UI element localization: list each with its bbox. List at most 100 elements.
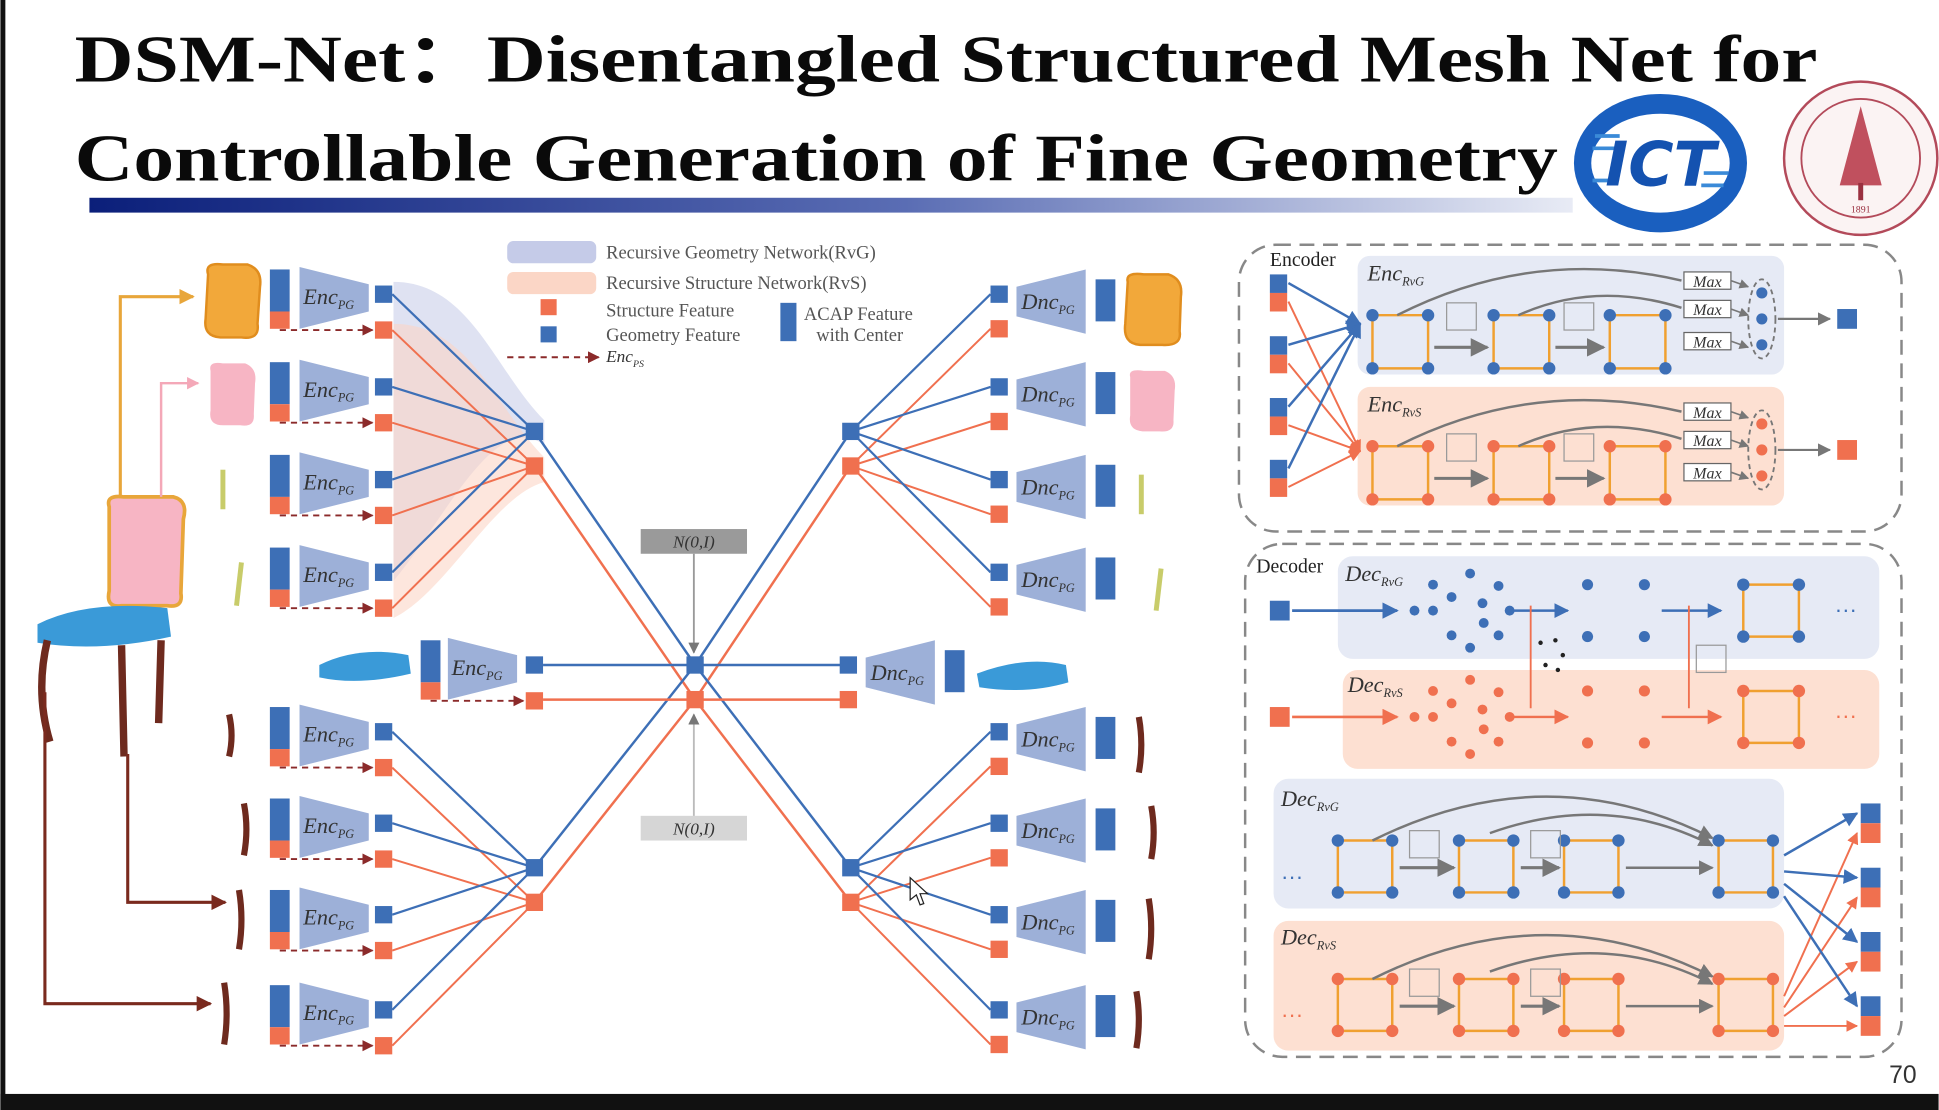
- part-back-cushion: [210, 362, 256, 426]
- structure-feature-node: [374, 414, 393, 432]
- enc-pg-label-sub: PG: [485, 669, 502, 683]
- node-dot: [1638, 685, 1650, 697]
- point-cloud-dot: [1478, 724, 1489, 735]
- graph-node: [1603, 493, 1616, 506]
- dec-rvs-label-2-sub: RvS: [1316, 938, 1336, 952]
- enc-rvg-label-sub: RvG: [1401, 275, 1424, 289]
- point-cloud-dot: [1428, 711, 1438, 722]
- point-cloud-dot: [1465, 749, 1476, 759]
- graph-node: [1421, 309, 1435, 322]
- output-geometry-feature: [1860, 932, 1881, 952]
- graph-node: [1766, 1024, 1780, 1038]
- structure-feature-node: [374, 506, 393, 525]
- encoder-title: Encoder: [1270, 249, 1336, 271]
- geometry-feature-node: [374, 285, 393, 303]
- ict-logo-text: ICT: [1605, 128, 1720, 200]
- dnc-pg-label-main: Dnc: [1020, 727, 1058, 752]
- dot: [1543, 662, 1548, 668]
- enc-pg-label-main: Enc: [451, 655, 487, 680]
- graph-node: [1737, 578, 1750, 591]
- graph-node: [1737, 736, 1750, 750]
- max-pool-label: Max: [1692, 465, 1722, 482]
- geometry-feature-node: [525, 656, 544, 674]
- geometry-feature-node: [374, 378, 393, 396]
- structure-feature-node: [374, 1037, 393, 1055]
- structure-hub-node: [842, 893, 860, 911]
- graph-node: [1366, 309, 1379, 322]
- generated-back-frame: [1123, 272, 1183, 347]
- generated-back-cushion: [1129, 370, 1176, 432]
- acap-feature-bar-structure: [269, 311, 290, 329]
- geometry-feature-node: [374, 723, 393, 741]
- dec-rvs-label-2-main: Dec: [1280, 924, 1317, 949]
- slide: DSM-Net：Disentangled Structured Mesh Net…: [0, 0, 1939, 1110]
- graph-node: [1557, 1024, 1571, 1038]
- graph-node: [1487, 440, 1500, 453]
- graph-node: [1507, 972, 1520, 986]
- encoded-feature-node: [1837, 440, 1858, 460]
- structure-feature-node: [374, 941, 393, 960]
- input-geometry-feature: [1269, 274, 1288, 293]
- point-cloud-dot: [1477, 598, 1488, 609]
- max-pool-label: Max: [1692, 302, 1722, 319]
- graph-node: [1603, 309, 1616, 322]
- legend-enc-ps-sub: PS: [632, 359, 644, 370]
- acap-feature-output: [1095, 464, 1116, 507]
- graph-node: [1386, 886, 1399, 899]
- structure-feature-node: [374, 850, 393, 868]
- structure-feature-node: [990, 412, 1008, 431]
- ellipsis: ···: [1281, 864, 1303, 889]
- graph-node: [1421, 493, 1435, 506]
- graph-node: [1543, 362, 1556, 375]
- structure-feature-node: [839, 690, 858, 709]
- graph-node: [1612, 1024, 1625, 1038]
- point-cloud-dot: [1465, 674, 1476, 685]
- input-structure-feature: [1269, 292, 1288, 312]
- part-leg: [240, 802, 250, 856]
- geometry-feature-node: [374, 470, 393, 489]
- dnc-pg-label-main: Dnc: [1020, 1005, 1058, 1030]
- point-cloud-dot: [1478, 618, 1489, 628]
- point-cloud-dot: [1446, 736, 1457, 747]
- enc-rvg-label-main: Enc: [1367, 261, 1403, 286]
- pooled-feature-dot: [1756, 444, 1768, 456]
- graph-node: [1557, 886, 1571, 899]
- enc-pg-label-main: Enc: [302, 1000, 338, 1025]
- geometry-feature-node: [374, 563, 393, 581]
- part-back-frame: [204, 262, 262, 340]
- graph-node: [1612, 886, 1625, 899]
- point-cloud-dot: [1477, 704, 1488, 715]
- output-structure-feature: [1860, 951, 1881, 972]
- structure-feature-node: [990, 1035, 1008, 1054]
- enc-pg-label-main: Enc: [302, 813, 338, 838]
- graph-node: [1712, 834, 1725, 847]
- acap-feature-output: [1095, 372, 1116, 415]
- generated-leg: [1133, 990, 1142, 1049]
- graph-node: [1659, 309, 1672, 322]
- graph-node: [1737, 630, 1750, 643]
- point-cloud-dot: [1409, 605, 1420, 616]
- geometry-hub-node: [842, 859, 860, 877]
- geometry-feature-node: [990, 723, 1008, 741]
- generated-leg: [1148, 805, 1157, 860]
- legend-enc-ps: Enc: [605, 347, 633, 366]
- dnc-pg-label-main: Dnc: [1020, 382, 1058, 407]
- structure-feature-node: [990, 598, 1008, 616]
- structure-feature-node: [990, 757, 1008, 776]
- acap-feature-bar: [269, 889, 290, 933]
- geometry-feature-node: [839, 656, 858, 674]
- graph-node: [1792, 736, 1806, 750]
- title-line-2: Controllable Generation of Fine Geometry: [75, 122, 1558, 195]
- enc-pg-label-sub: PG: [337, 1014, 354, 1028]
- graph-node: [1766, 886, 1780, 899]
- point-cloud-dot: [1428, 579, 1438, 590]
- graph-node: [1487, 309, 1500, 322]
- graph-node: [1543, 440, 1556, 453]
- geometry-hub-node: [842, 422, 860, 441]
- structure-feature-node: [990, 320, 1008, 338]
- acap-feature-bar-structure: [269, 589, 290, 607]
- graph-node: [1487, 493, 1500, 506]
- title-underline: [89, 197, 1573, 213]
- point-cloud-dot: [1493, 687, 1504, 698]
- acap-feature-bar: [269, 454, 290, 497]
